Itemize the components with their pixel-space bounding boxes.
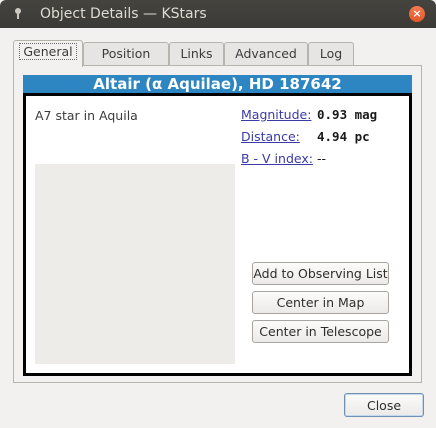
tab-position[interactable]: Position	[83, 42, 169, 66]
tab-general-label: General	[19, 43, 77, 60]
object-image-frame	[35, 164, 235, 364]
window-title: Object Details — KStars	[40, 6, 207, 22]
distance-label[interactable]: Distance:	[241, 129, 300, 144]
tab-log-label: Log	[319, 46, 343, 61]
distance-value: 4.94 pc	[317, 129, 370, 144]
bv-index-label[interactable]: B - V index:	[241, 151, 313, 166]
tab-links[interactable]: Links	[169, 42, 224, 66]
tab-links-label: Links	[180, 46, 213, 61]
tab-position-label: Position	[101, 46, 151, 61]
window-close-icon[interactable]: ×	[409, 6, 425, 22]
center-in-telescope-button[interactable]: Center in Telescope	[252, 320, 389, 343]
magnitude-label[interactable]: Magnitude:	[241, 107, 311, 122]
object-name-header: Altair (α Aquilae), HD 187642	[23, 75, 412, 93]
window-menu-icon[interactable]	[13, 8, 23, 19]
add-to-observing-list-button[interactable]: Add to Observing List	[252, 262, 389, 285]
title-bar: Object Details — KStars ×	[0, 0, 436, 28]
close-button[interactable]: Close	[344, 393, 424, 417]
tab-general[interactable]: General	[13, 40, 83, 67]
tab-advanced[interactable]: Advanced	[224, 42, 308, 66]
object-description: A7 star in Aquila	[35, 108, 138, 123]
tab-advanced-label: Advanced	[235, 46, 297, 61]
bv-index-value: --	[317, 151, 327, 166]
magnitude-value: 0.93 mag	[317, 107, 378, 122]
center-in-map-button[interactable]: Center in Map	[252, 291, 389, 314]
tab-log[interactable]: Log	[308, 42, 354, 66]
